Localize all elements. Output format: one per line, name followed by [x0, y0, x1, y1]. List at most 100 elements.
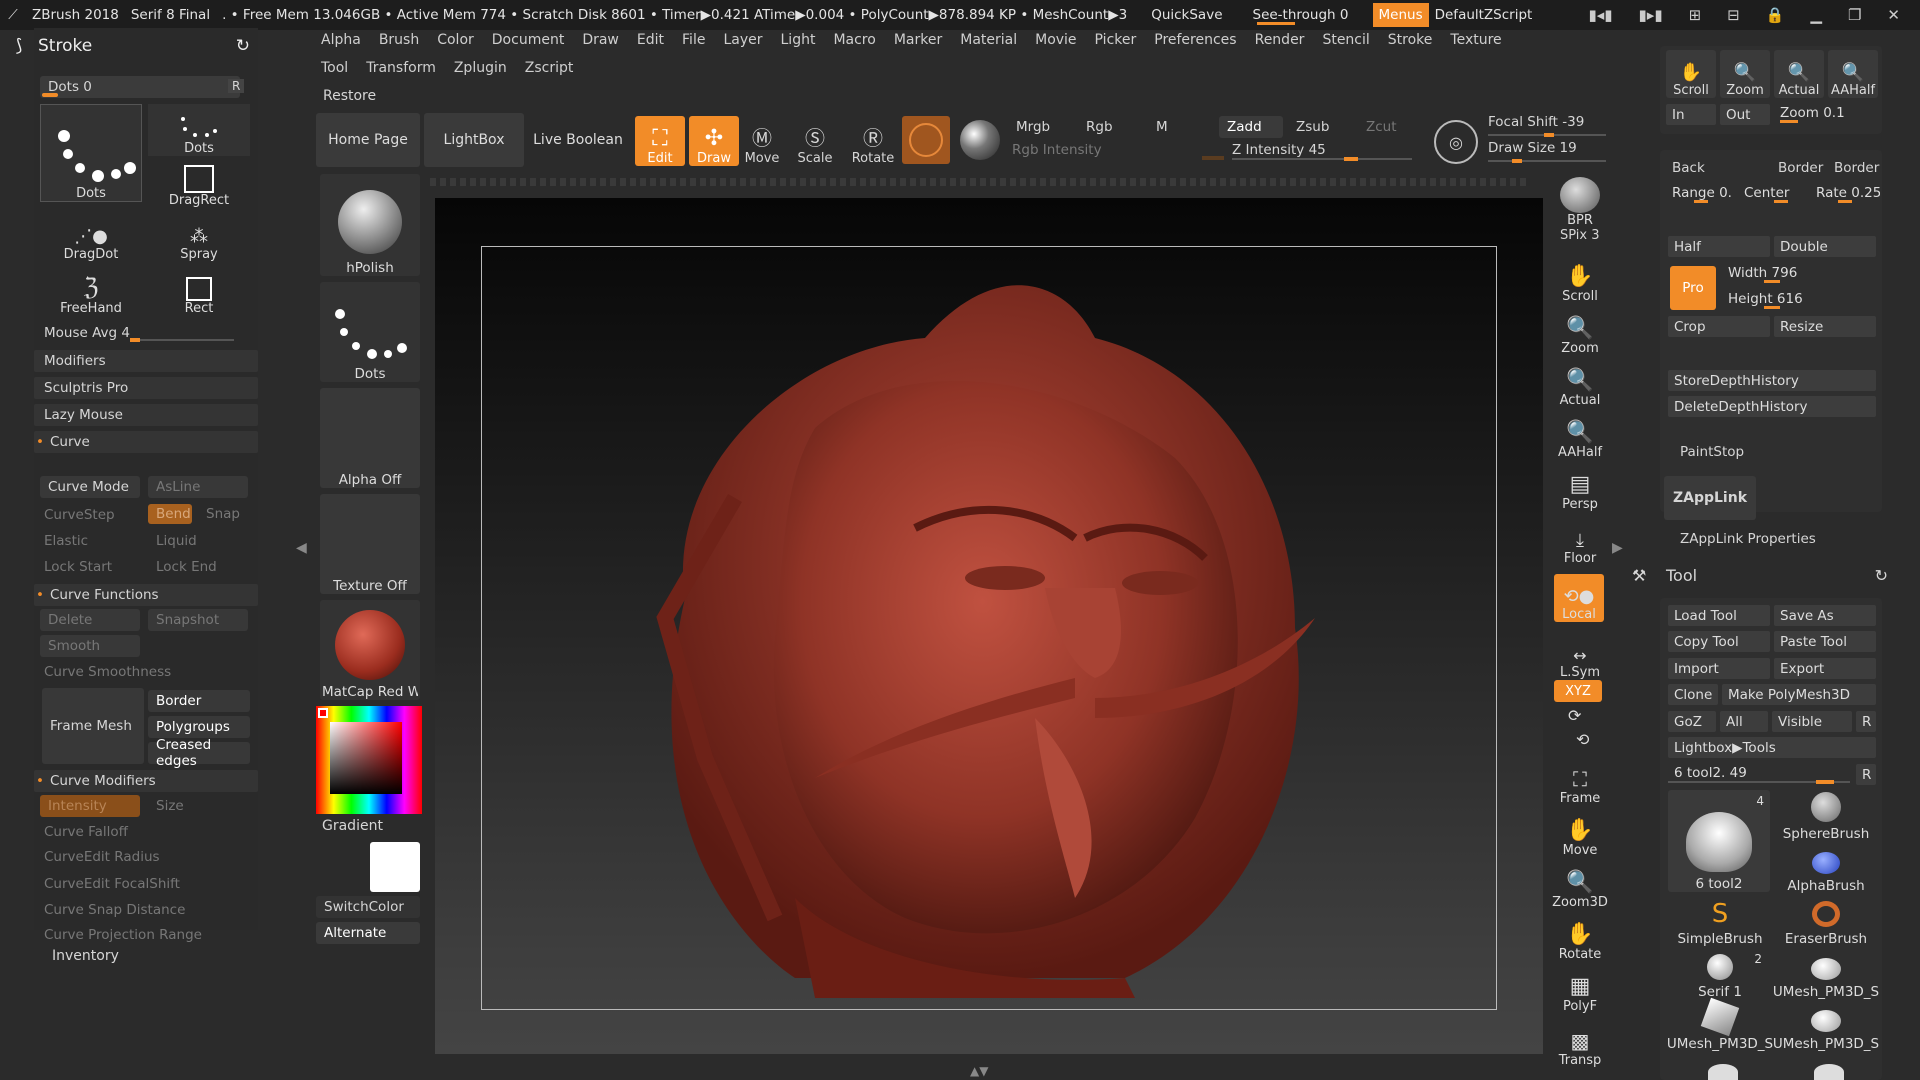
lsym-button[interactable]: ↔ L.Sym: [1552, 628, 1608, 680]
gradient-label[interactable]: Gradient: [322, 818, 383, 834]
stroke-rect[interactable]: Rect: [148, 264, 250, 316]
move-view-button[interactable]: ✋ Move: [1552, 806, 1608, 858]
zoom-out-button[interactable]: Out: [1720, 104, 1770, 125]
range-slider[interactable]: Range 0.: [1666, 182, 1736, 203]
double-button[interactable]: Double: [1774, 236, 1876, 257]
alpha-button[interactable]: Alpha Off: [320, 388, 420, 488]
menu-stencil[interactable]: Stencil: [1313, 32, 1378, 56]
lightbox-tools-button[interactable]: Lightbox▶Tools: [1668, 737, 1876, 758]
alpha-brush-thumb[interactable]: AlphaBrush: [1776, 842, 1876, 894]
right-tray-toggle-icon[interactable]: ▶: [1612, 540, 1623, 556]
eraser-brush-thumb[interactable]: EraserBrush: [1776, 895, 1876, 947]
texture-sphere-icon[interactable]: [956, 116, 1004, 164]
persp-button[interactable]: ▤ Persp: [1552, 460, 1608, 512]
strip-right-icon[interactable]: ▮▸▮: [1639, 6, 1663, 24]
curve-functions-section[interactable]: • Curve Functions: [34, 584, 258, 606]
sculptris-pro-section[interactable]: Sculptris Pro: [34, 377, 258, 399]
home-page-button[interactable]: Home Page: [316, 113, 420, 167]
refresh-icon[interactable]: ↻: [236, 36, 250, 56]
document-canvas[interactable]: [435, 198, 1543, 1054]
zoom3d-button[interactable]: 🔍 Zoom3D: [1552, 858, 1608, 910]
focal-shift-slider[interactable]: Focal Shift -39: [1488, 114, 1606, 137]
export-button[interactable]: Export: [1774, 658, 1876, 679]
bottom-tray-toggle-icon[interactable]: ▲▼: [970, 1064, 988, 1078]
snap-toggle[interactable]: Snap: [198, 504, 246, 524]
load-tool-button[interactable]: Load Tool: [1668, 605, 1770, 626]
menu-picker[interactable]: Picker: [1086, 32, 1146, 56]
menu-preferences[interactable]: Preferences: [1145, 32, 1245, 56]
curve-mode-toggle[interactable]: Curve Mode: [40, 476, 140, 498]
goz-visible-button[interactable]: Visible: [1772, 711, 1852, 732]
bend-toggle[interactable]: Bend: [148, 504, 192, 524]
elastic-toggle[interactable]: Elastic: [34, 530, 144, 552]
menu-material[interactable]: Material: [951, 32, 1026, 56]
zsub-toggle[interactable]: Zsub: [1288, 116, 1352, 138]
seethrough-slider[interactable]: See-through 0: [1247, 7, 1355, 25]
strip-left-icon[interactable]: ▮◂▮: [1588, 6, 1612, 24]
draw-size-slider[interactable]: Draw Size 19: [1488, 140, 1606, 163]
curve-falloff-curve[interactable]: Curve Falloff: [34, 821, 258, 843]
pro-toggle[interactable]: Pro: [1670, 266, 1716, 310]
xyz-button[interactable]: XYZ: [1554, 680, 1602, 702]
resize-button[interactable]: Resize: [1774, 316, 1876, 337]
menu-zplugin[interactable]: Zplugin: [445, 60, 516, 82]
color-picker[interactable]: [316, 706, 422, 814]
live-boolean-button[interactable]: Live Boolean: [528, 113, 628, 167]
switchcolor-button[interactable]: SwitchColor: [316, 896, 420, 918]
umesh-thumb-1[interactable]: UMesh_PM3D_S: [1773, 948, 1879, 1000]
aahalf-view-button[interactable]: 🔍 AAHalf: [1552, 408, 1608, 460]
menu-color[interactable]: Color: [428, 32, 483, 56]
polyf-button[interactable]: ▦ PolyF: [1552, 962, 1608, 1014]
menu-light[interactable]: Light: [772, 32, 825, 56]
zoom-view-button[interactable]: 🔍 Zoom: [1552, 304, 1608, 356]
menu-marker[interactable]: Marker: [885, 32, 951, 56]
goz-all-button[interactable]: All: [1720, 711, 1768, 732]
border2-color-button[interactable]: Border: [1834, 160, 1879, 176]
scroll-view-button[interactable]: ✋ Scroll: [1552, 252, 1608, 304]
floor-button[interactable]: ⤓ Floor: [1552, 514, 1608, 566]
menu-brush[interactable]: Brush: [370, 32, 428, 56]
rgb-toggle[interactable]: Rgb: [1078, 116, 1144, 138]
save-as-button[interactable]: Save As: [1774, 605, 1876, 626]
quicksave-button[interactable]: QuickSave: [1145, 7, 1228, 23]
paintstop-button[interactable]: PaintStop: [1680, 444, 1744, 460]
tool-slider[interactable]: 6 tool2. 49: [1668, 762, 1850, 784]
stroke-dots-large[interactable]: Dots: [40, 104, 142, 202]
close-icon[interactable]: ✕: [1887, 6, 1900, 24]
asline-toggle[interactable]: AsLine: [148, 476, 248, 498]
stroke-palette-header[interactable]: ⟆ Stroke ↻: [16, 28, 258, 64]
menu-tool[interactable]: Tool: [312, 60, 357, 82]
actual-view-button[interactable]: 🔍 Actual: [1552, 356, 1608, 408]
zapplink-button[interactable]: ZAppLink: [1664, 476, 1756, 520]
bpr-button[interactable]: BPR: [1552, 176, 1608, 228]
m-toggle[interactable]: M: [1148, 116, 1208, 138]
texture-button[interactable]: Texture Off: [320, 494, 420, 594]
transp-button[interactable]: ▩ Transp: [1552, 1016, 1608, 1068]
z-intensity-slider[interactable]: Z Intensity 45: [1232, 142, 1412, 162]
intensity-toggle[interactable]: Intensity: [40, 795, 140, 817]
layout2-icon[interactable]: ⊟: [1727, 6, 1740, 24]
crop-button[interactable]: Crop: [1668, 316, 1770, 337]
menu-draw[interactable]: Draw: [573, 32, 628, 56]
rp-actual-button[interactable]: 🔍 Actual: [1774, 50, 1824, 98]
alternate-toggle[interactable]: Alternate: [316, 922, 420, 944]
dots-r-button[interactable]: R: [228, 79, 245, 93]
goz-button[interactable]: GoZ: [1668, 711, 1716, 732]
minimize-icon[interactable]: ▁: [1810, 6, 1822, 24]
liquid-toggle[interactable]: Liquid: [148, 530, 248, 552]
main-color-swatch[interactable]: [370, 842, 420, 892]
simple-brush-thumb[interactable]: S SimpleBrush: [1670, 895, 1770, 947]
stroke-freehand[interactable]: ℨ FreeHand: [40, 264, 142, 316]
zcut-toggle[interactable]: Zcut: [1358, 116, 1418, 138]
menu-stroke[interactable]: Stroke: [1379, 32, 1442, 56]
mouse-avg-slider[interactable]: Mouse Avg 4: [34, 322, 258, 344]
lock-end-toggle[interactable]: Lock End: [148, 556, 248, 578]
timeline-strip[interactable]: [430, 178, 1530, 186]
make-polymesh-button[interactable]: Make PolyMesh3D: [1722, 684, 1876, 705]
scale-button[interactable]: Ⓢ Scale: [790, 116, 840, 166]
stroke-dragrect[interactable]: DragRect: [148, 156, 250, 208]
restore-button[interactable]: Restore: [323, 88, 376, 104]
curve-smoothness-slider[interactable]: Curve Smoothness: [34, 661, 258, 683]
height-slider[interactable]: Height 616: [1722, 288, 1876, 309]
rp-zoom-button[interactable]: 🔍 Zoom: [1720, 50, 1770, 98]
